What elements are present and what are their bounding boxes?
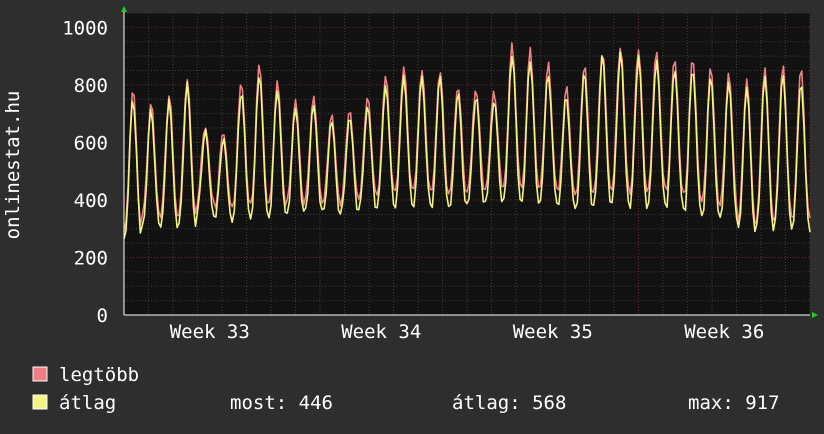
- x-tick-label: Week 34: [341, 321, 421, 343]
- legend-swatch-avg: [32, 394, 48, 410]
- y-axis-ticks: 0 200 400 600 800 1000: [62, 17, 108, 327]
- y-tick-label: 600: [74, 132, 108, 154]
- y-tick-label: 200: [74, 247, 108, 269]
- y-tick-label: 1000: [62, 17, 108, 39]
- y-axis-arrow-icon: [121, 6, 127, 12]
- stat-max: max: 917: [688, 392, 780, 414]
- legend-label-avg: átlag: [59, 392, 116, 414]
- legend-swatch-max: [32, 366, 48, 382]
- y-tick-label: 800: [74, 75, 108, 97]
- y-tick-label: 0: [97, 305, 108, 327]
- x-tick-label: Week 36: [684, 321, 764, 343]
- x-axis-ticks: Week 33 Week 34 Week 35 Week 36: [170, 321, 765, 343]
- x-tick-label: Week 33: [170, 321, 250, 343]
- stat-avg: átlag: 568: [452, 392, 566, 414]
- x-axis-arrow-icon: [812, 312, 818, 318]
- y-tick-label: 400: [74, 190, 108, 212]
- chart: 0 200 400 600 800 1000 Week 33 Week 34 Week 35 W…: [0, 0, 824, 430]
- x-tick-label: Week 35: [513, 321, 593, 343]
- legend-label-max: legtöbb: [59, 364, 139, 386]
- chart-svg: 02004006008001000 Week 33 Week 34 Week 35 W…: [2, 6, 818, 414]
- y-axis-label: onlinestat.hu: [2, 91, 24, 240]
- stat-now: most: 446: [230, 392, 333, 414]
